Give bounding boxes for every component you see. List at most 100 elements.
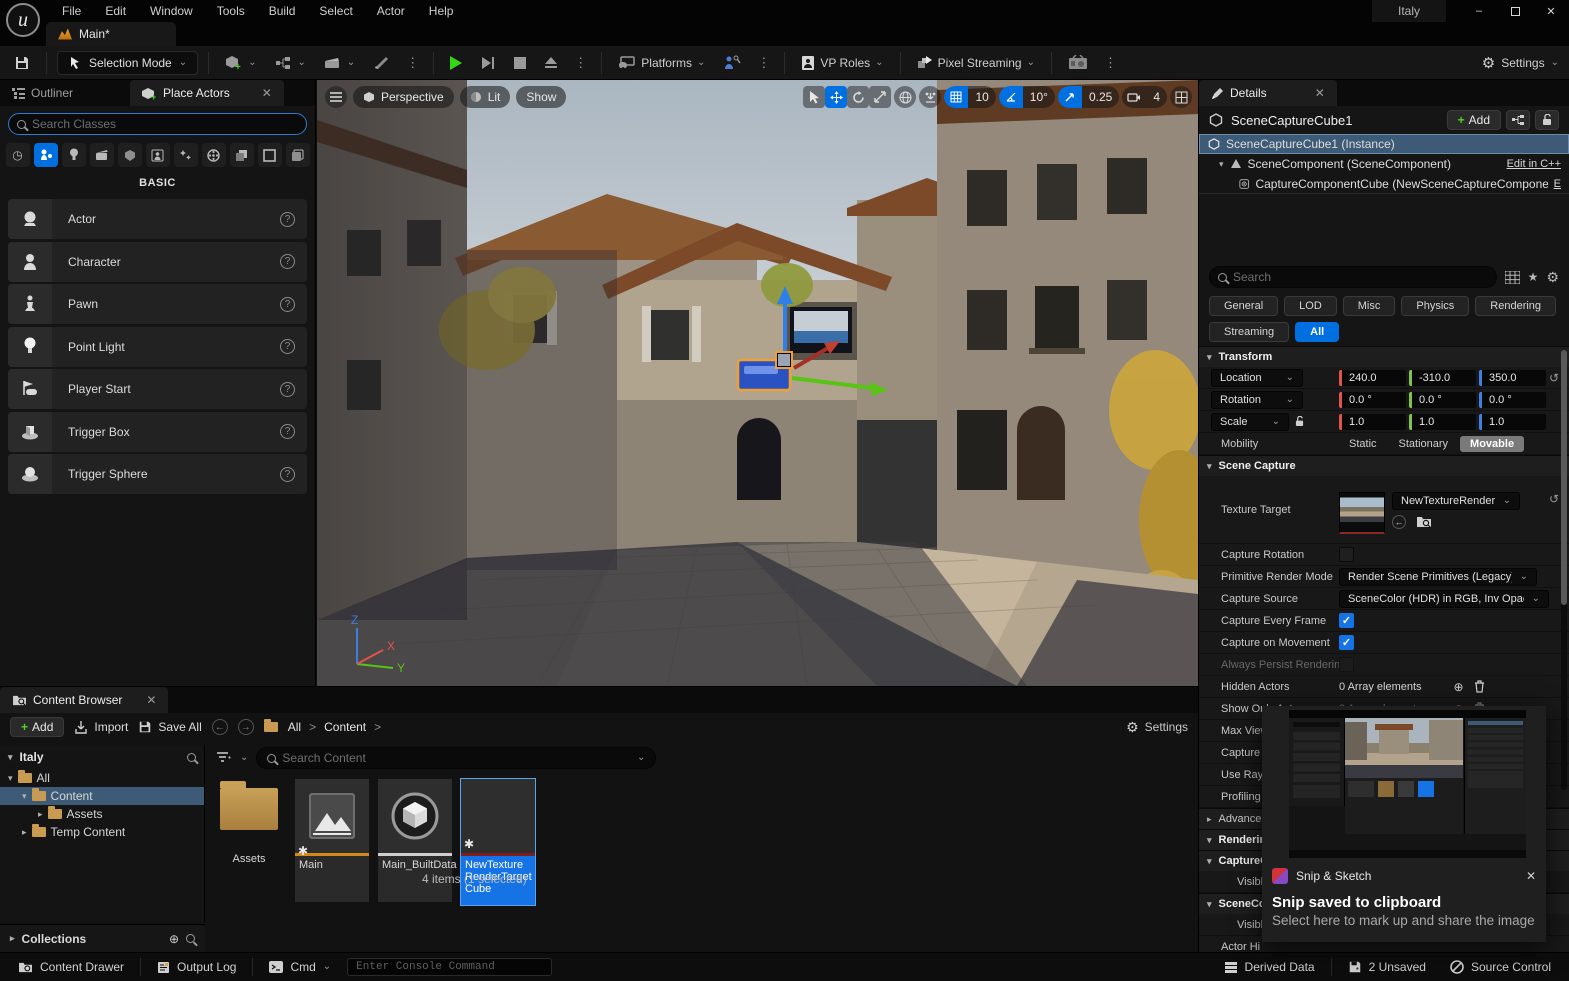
menu-select[interactable]: Select xyxy=(309,2,362,20)
breadcrumb-content[interactable]: Content xyxy=(324,720,366,734)
add-array-element-icon[interactable]: ⊕ xyxy=(1454,680,1464,694)
vp-roles-dropdown[interactable]: VP Roles ⌄ xyxy=(795,51,889,75)
close-button[interactable]: ✕ xyxy=(1533,0,1569,22)
capture-every-frame-checkbox[interactable]: ✓ xyxy=(1339,613,1354,628)
search-classes-input[interactable]: Search Classes xyxy=(8,113,307,135)
menu-tools[interactable]: Tools xyxy=(207,2,255,20)
move-tool-button[interactable] xyxy=(825,86,847,108)
texture-target-dropdown[interactable]: NewTextureRenderTarge ⌄ xyxy=(1392,492,1520,510)
capture-source-dropdown[interactable]: SceneColor (HDR) in RGB, Inv Opacity ⌄ xyxy=(1339,590,1549,608)
console-command-input[interactable]: Enter Console Command xyxy=(347,958,552,976)
menu-window[interactable]: Window xyxy=(140,2,203,20)
movie-render-button[interactable] xyxy=(1062,51,1094,74)
tab-details[interactable]: Details ✕ xyxy=(1199,80,1337,106)
unsaved-button[interactable]: * 2 Unsaved xyxy=(1340,960,1434,974)
details-settings-gear-icon[interactable]: ⚙ xyxy=(1546,269,1559,286)
search-collections-icon[interactable] xyxy=(186,934,195,943)
toolbar-overflow-kebab[interactable]: ⋮ xyxy=(402,55,423,71)
mobility-stationary[interactable]: Stationary xyxy=(1389,436,1459,452)
cinematics-button[interactable]: ⌄ xyxy=(318,52,361,74)
pixel-streaming-dropdown[interactable]: Pixel Streaming ⌄ xyxy=(911,51,1041,74)
help-icon[interactable]: ? xyxy=(280,212,295,227)
dismiss-notification-icon[interactable]: ✕ xyxy=(1526,869,1536,883)
unreal-logo-icon[interactable]: u xyxy=(6,3,40,37)
volumes-category-icon[interactable] xyxy=(230,143,254,167)
edit-in-cpp-link-truncated[interactable]: E xyxy=(1554,178,1561,190)
breadcrumb-all[interactable]: All xyxy=(288,720,301,734)
menu-build[interactable]: Build xyxy=(259,2,306,20)
category-streaming[interactable]: Streaming xyxy=(1209,322,1289,342)
scale-tool-button[interactable] xyxy=(869,86,891,108)
content-drawer-button[interactable]: Content Drawer xyxy=(10,953,132,981)
selection-mode-dropdown[interactable]: Selection Mode ⌄ xyxy=(57,51,198,75)
cmd-dropdown[interactable]: Cmd ⌄ xyxy=(261,953,339,981)
tree-item-all[interactable]: ▾ All xyxy=(0,769,204,787)
snip-thumbnail[interactable] xyxy=(1289,710,1526,858)
help-icon[interactable]: ? xyxy=(280,467,295,482)
show-dropdown[interactable]: Show xyxy=(516,86,566,108)
browse-to-asset-icon[interactable] xyxy=(1416,515,1432,528)
search-content-input[interactable]: Search Content ⌄ xyxy=(256,747,656,769)
details-scrollbar[interactable] xyxy=(1561,350,1567,790)
nav-back-button[interactable]: ← xyxy=(212,719,228,735)
all-classes-category-icon[interactable] xyxy=(286,143,310,167)
texture-target-thumbnail[interactable] xyxy=(1339,492,1385,534)
visual-effects-category-icon[interactable] xyxy=(146,143,170,167)
help-icon[interactable]: ? xyxy=(280,339,295,354)
location-z-field[interactable]: 350.0 xyxy=(1479,370,1546,386)
caret-down-icon[interactable]: ▾ xyxy=(1219,159,1224,170)
rotate-tool-button[interactable] xyxy=(847,86,869,108)
component-scene-row[interactable]: ▾ SceneComponent (SceneComponent) Edit i… xyxy=(1199,154,1569,174)
geometry-category-icon[interactable] xyxy=(258,143,282,167)
add-actor-button[interactable]: + ⌄ xyxy=(219,51,262,75)
menu-help[interactable]: Help xyxy=(419,2,464,20)
rotation-snap-toggle[interactable] xyxy=(999,86,1023,108)
help-icon[interactable]: ? xyxy=(280,424,295,439)
edit-in-cpp-link[interactable]: Edit in C++ xyxy=(1507,158,1561,170)
media-category-icon[interactable] xyxy=(202,143,226,167)
menu-actor[interactable]: Actor xyxy=(367,2,415,20)
place-actor-trigger-sphere[interactable]: Trigger Sphere ? xyxy=(8,454,307,494)
place-actor-character[interactable]: Character ? xyxy=(8,242,307,282)
category-general[interactable]: General xyxy=(1209,296,1278,316)
tab-outliner[interactable]: Outliner xyxy=(0,80,85,106)
derived-data-button[interactable]: Derived Data xyxy=(1216,960,1323,974)
cb-settings-button[interactable]: ⚙ Settings xyxy=(1126,719,1188,736)
shapes-category-icon[interactable] xyxy=(118,143,142,167)
display-options-icon[interactable] xyxy=(1505,271,1520,284)
add-collection-icon[interactable]: ⊕ xyxy=(169,932,179,946)
caret-down-icon[interactable]: ▾ xyxy=(8,752,13,763)
level-viewport[interactable]: Z Y X Perspective Lit Show xyxy=(317,80,1198,686)
output-log-button[interactable]: Output Log xyxy=(149,953,244,981)
edit-blueprint-button[interactable] xyxy=(1506,110,1530,130)
scale-z-field[interactable]: 1.0 xyxy=(1479,414,1546,430)
scale-snap-toggle[interactable] xyxy=(1058,86,1082,108)
cinematic-category-icon[interactable] xyxy=(90,143,114,167)
settings-label[interactable]: Settings xyxy=(1501,56,1544,70)
place-actor-point-light[interactable]: Point Light ? xyxy=(8,327,307,367)
level-tab-main[interactable]: Main* xyxy=(46,22,176,46)
close-tab-icon[interactable]: ✕ xyxy=(1315,86,1325,100)
maximize-viewport-button[interactable] xyxy=(1170,86,1192,108)
capture-rotation-checkbox[interactable] xyxy=(1339,547,1354,562)
capture-on-movement-checkbox[interactable]: ✓ xyxy=(1339,635,1354,650)
chevron-down-icon[interactable]: ⌄ xyxy=(240,755,248,761)
blueprints-button[interactable]: ⌄ xyxy=(269,52,312,74)
chevron-down-icon[interactable]: ⌄ xyxy=(637,755,645,761)
close-tab-icon[interactable]: ✕ xyxy=(146,693,156,707)
play-options-kebab[interactable]: ⋮ xyxy=(570,55,591,71)
scale-snap-value[interactable]: 0.25 xyxy=(1082,86,1119,108)
asset-tile-main-level[interactable]: ✱ Main xyxy=(295,779,369,902)
component-root-row[interactable]: SceneCaptureCube1 (Instance) xyxy=(1199,134,1569,154)
clear-array-icon[interactable] xyxy=(1474,680,1485,693)
place-actor-actor[interactable]: Actor ? xyxy=(8,199,307,239)
place-actor-player-start[interactable]: Player Start ? xyxy=(8,369,307,409)
location-x-field[interactable]: 240.0 xyxy=(1339,370,1406,386)
source-control-button[interactable]: Source Control xyxy=(1442,960,1559,974)
place-actor-pawn[interactable]: Pawn ? xyxy=(8,284,307,324)
mobility-movable[interactable]: Movable xyxy=(1460,436,1524,452)
save-button[interactable] xyxy=(8,51,36,75)
maximize-button[interactable] xyxy=(1497,0,1533,22)
tree-item-temp-content[interactable]: ▸ Temp Content xyxy=(0,823,204,841)
add-component-button[interactable]: + Add xyxy=(1447,110,1501,130)
